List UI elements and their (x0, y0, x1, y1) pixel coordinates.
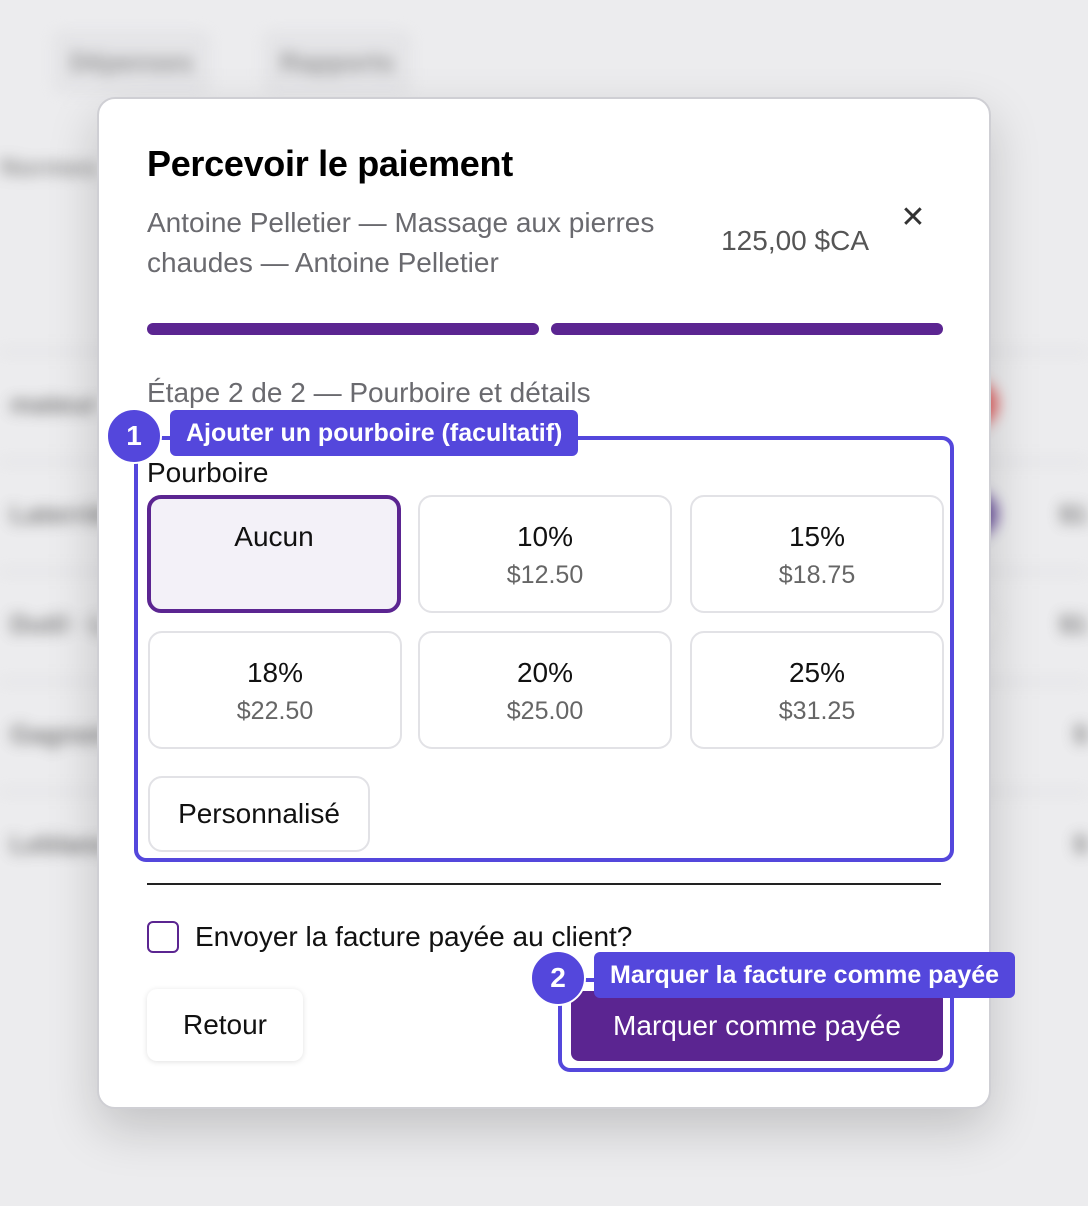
modal-subtitle: Antoine Pelletier — Massage aux pierres … (147, 207, 655, 278)
annotation-badge-1: 1 (106, 408, 162, 464)
mark-paid-button[interactable]: Marquer comme payée (571, 991, 943, 1061)
tip-section: Pourboire Aucun 10% $12.50 15% $18.75 18… (139, 439, 954, 859)
annotation-label-1: Ajouter un pourboire (facultatif) (170, 410, 579, 456)
send-invoice-row: Envoyer la facture payée au client? (147, 921, 632, 953)
background-label: Normes (0, 152, 97, 182)
close-icon[interactable]: ✕ (895, 199, 931, 235)
progress-step-1 (147, 323, 539, 335)
send-invoice-label: Envoyer la facture payée au client? (195, 921, 633, 952)
tip-option-amount: $31.25 (778, 697, 856, 725)
tip-option-label: 25% (788, 657, 846, 688)
tip-option-label: 18% (246, 657, 304, 688)
back-button[interactable]: Retour (147, 989, 303, 1061)
step-label: Étape 2 de 2 — Pourboire et détails (147, 377, 591, 408)
tip-option-label: Aucun (234, 521, 314, 552)
tip-option-label: 10% (516, 521, 574, 552)
tip-option-10[interactable]: 10% $12.50 (418, 495, 672, 613)
annotation-label-2: Marquer la facture comme payée (594, 952, 1016, 998)
tip-title: Pourboire (147, 457, 269, 488)
tip-option-none[interactable]: Aucun (147, 495, 401, 613)
annotation-badge-2: 2 (530, 950, 586, 1006)
tip-option-25[interactable]: 25% $31.25 (690, 631, 944, 749)
progress-step-2 (551, 323, 943, 335)
tip-option-15[interactable]: 15% $18.75 (690, 495, 944, 613)
tip-option-20[interactable]: 20% $25.00 (418, 631, 672, 749)
modal-title: Percevoir le paiement (147, 143, 513, 184)
tip-option-18[interactable]: 18% $22.50 (148, 631, 402, 749)
tip-option-amount: $22.50 (236, 697, 314, 725)
tip-option-amount: $12.50 (506, 561, 584, 589)
tip-option-label: 15% (788, 521, 846, 552)
tip-option-label: 20% (516, 657, 574, 688)
divider (147, 883, 941, 885)
tip-option-amount: $25.00 (506, 697, 584, 725)
background-tab-expenses: Dépenses (52, 30, 211, 94)
tip-option-amount: $18.75 (778, 561, 856, 589)
tip-custom-button[interactable]: Personnalisé (148, 776, 370, 852)
background-tab-reports: Rapports (262, 30, 413, 94)
payment-amount: 125,00 $CA (721, 225, 869, 256)
send-invoice-checkbox[interactable] (147, 921, 179, 953)
